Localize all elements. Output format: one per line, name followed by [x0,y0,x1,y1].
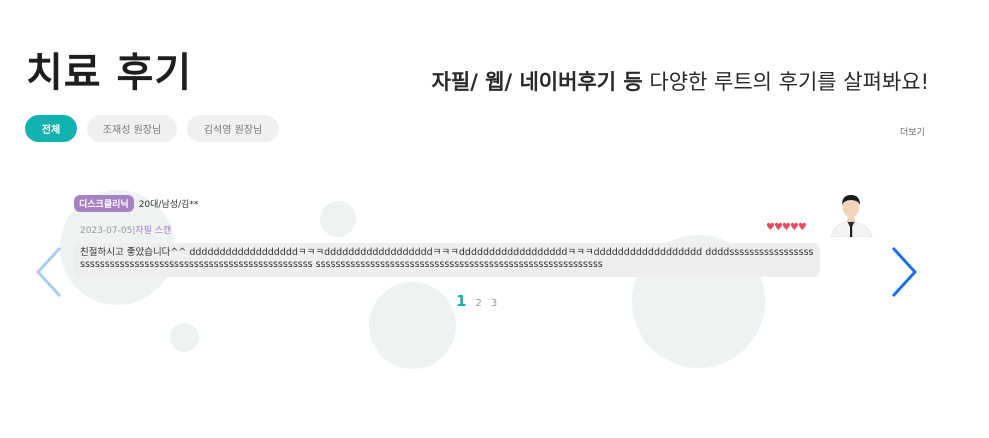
doctor-avatar [828,187,875,237]
next-arrow-icon[interactable] [889,246,919,298]
review-date: 2023-07-05 [80,226,133,236]
review-date-line: 2023-07-05|자필 스캔 [80,223,171,236]
clinic-badge: 디스크클리닉 [74,195,134,212]
background-bubble [369,282,456,369]
tab-doctor-kim[interactable]: 김석영 원장님 [187,115,279,142]
background-bubble [320,201,356,237]
subtitle-highlight: 자필/ 웹/ 네이버후기 등 [431,70,643,94]
rating-hearts-icon: ♥♥♥♥♥ [766,222,807,233]
prev-arrow-icon[interactable] [34,246,64,298]
review-author: 20대/남성/김** [138,200,199,210]
background-bubble [170,323,199,352]
tab-all[interactable]: 전체 [25,115,77,142]
subtitle-text: 다양한 루트의 후기를 살펴봐요! [642,70,929,94]
page-subtitle: 자필/ 웹/ 네이버후기 등 다양한 루트의 후기를 살펴봐요! [432,66,929,96]
more-link[interactable]: 더보기 [900,125,925,138]
page-title: 치료 후기 [26,50,193,96]
review-text-box: 친절하시고 좋았습니다^^ ddddddddddddddddddㅋㅋㅋddddd… [74,243,820,277]
review-source: 자필 스캔 [135,226,172,236]
doctor-filter-tabs: 전체 조재성 원장님 김석영 원장님 [25,115,279,142]
tab-doctor-jo[interactable]: 조재성 원장님 [87,115,177,142]
pagination: 1 2 3 [456,292,497,310]
page-3[interactable]: 3 [491,298,497,309]
page-2[interactable]: 2 [475,298,481,309]
review-meta: 디스크클리닉 20대/남성/김** [74,195,198,212]
page-1[interactable]: 1 [456,292,466,310]
